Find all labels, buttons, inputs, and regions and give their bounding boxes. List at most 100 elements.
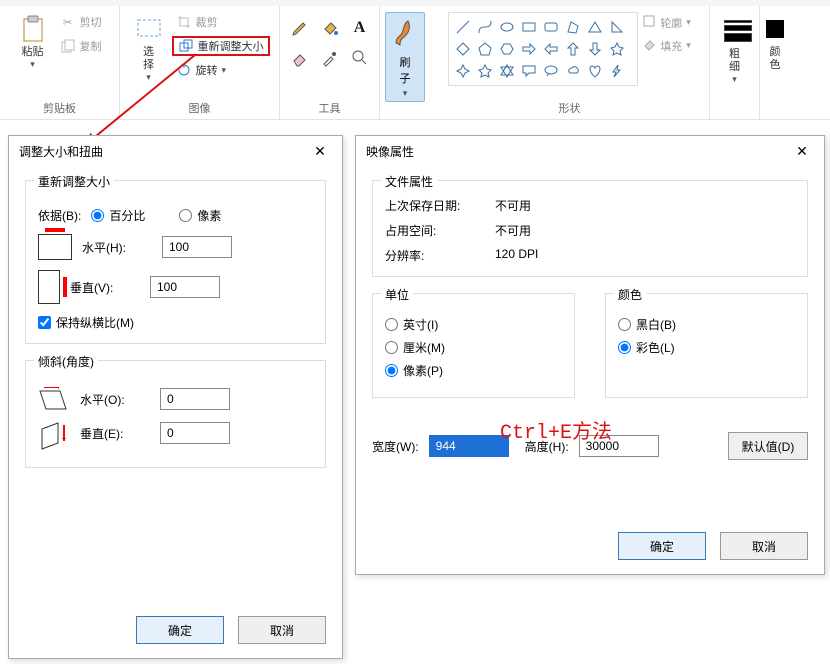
thickness-label: 粗 细 — [729, 48, 740, 74]
ribbon-group-thickness: 粗 细 ▾ — [710, 6, 760, 120]
units-group: 单位 英寸(I) 厘米(M) 像素(P) — [372, 293, 575, 398]
fill-tool[interactable] — [316, 14, 344, 42]
shape-fill-button[interactable]: 填充 ▾ — [642, 37, 691, 54]
shape-callout-oval[interactable] — [541, 61, 561, 81]
shape-star4[interactable] — [453, 61, 473, 81]
skew-horiz-input[interactable] — [160, 388, 230, 410]
units-cm-radio[interactable]: 厘米(M) — [385, 339, 562, 356]
group-shapes-label: 形状 — [559, 98, 581, 120]
cancel-button[interactable]: 取消 — [238, 616, 326, 644]
height-label: 高度(H): — [525, 438, 569, 455]
resize-horiz-icon — [38, 234, 72, 260]
colors-bw-radio[interactable]: 黑白(B) — [618, 316, 795, 333]
dialog-title: 调整大小和扭曲 — [19, 143, 103, 160]
picker-tool[interactable] — [316, 44, 344, 72]
skew-vert-input[interactable] — [160, 422, 230, 444]
shape-star5[interactable] — [475, 61, 495, 81]
eraser-tool[interactable] — [286, 44, 314, 72]
shape-hexagon[interactable] — [497, 39, 517, 59]
disk-key: 占用空间: — [385, 222, 495, 239]
dialog-resize-skew: 调整大小和扭曲 ✕ 重新调整大小 依据(B): 百分比 像素 水平(H): — [8, 135, 343, 659]
select-icon — [135, 14, 163, 44]
resize-group-legend: 重新调整大小 — [34, 173, 114, 190]
shape-callout-cloud[interactable] — [563, 61, 583, 81]
shape-arrow-u[interactable] — [563, 39, 583, 59]
ribbon-group-image: 选 择 ▾ 裁剪 重新调整大小 — [120, 6, 280, 120]
color-label: 颜 色 — [770, 46, 781, 72]
ok-button[interactable]: 确定 — [136, 616, 224, 644]
rotate-button[interactable]: 旋转 ▾ — [172, 60, 270, 80]
copy-button[interactable]: 复制 — [56, 36, 106, 56]
shape-rtriangle[interactable] — [607, 17, 627, 37]
shape-oval[interactable] — [497, 17, 517, 37]
shapes-gallery[interactable] — [448, 12, 638, 86]
cut-button[interactable]: ✂ 剪切 — [56, 12, 106, 32]
resize-button[interactable]: 重新调整大小 — [172, 36, 270, 56]
shape-outline-button[interactable]: 轮廓 ▾ — [642, 14, 691, 31]
cancel-button[interactable]: 取消 — [720, 532, 808, 560]
colors-legend: 颜色 — [614, 286, 646, 303]
shape-pentagon[interactable] — [475, 39, 495, 59]
shape-more[interactable] — [607, 39, 627, 59]
width-label: 宽度(W): — [372, 438, 419, 455]
crop-button[interactable]: 裁剪 — [172, 12, 270, 32]
units-inches-radio[interactable]: 英寸(I) — [385, 316, 562, 333]
rotate-label: 旋转 — [196, 62, 218, 78]
resize-vert-icon — [38, 270, 60, 304]
skew-group: 倾斜(角度) 水平(O): 垂直(E): — [25, 360, 326, 468]
by-percent-radio[interactable]: 百分比 — [91, 207, 145, 224]
zoom-tool[interactable] — [346, 44, 374, 72]
vert-label: 垂直(V): — [70, 279, 140, 296]
shape-callout-rect[interactable] — [519, 61, 539, 81]
shape-lightning[interactable] — [607, 61, 627, 81]
brush-label: 刷 子 — [400, 52, 411, 88]
shape-diamond[interactable] — [453, 39, 473, 59]
shape-line[interactable] — [453, 17, 473, 37]
close-button[interactable]: ✕ — [784, 143, 820, 160]
shape-rect[interactable] — [519, 17, 539, 37]
shape-heart[interactable] — [585, 61, 605, 81]
thickness-button[interactable]: 粗 细 ▾ — [716, 8, 754, 85]
ok-button[interactable]: 确定 — [618, 532, 706, 560]
dialog-title: 映像属性 — [366, 143, 414, 160]
pencil-tool[interactable] — [286, 14, 314, 42]
text-tool[interactable]: A — [346, 14, 374, 42]
shape-polygon[interactable] — [563, 17, 583, 37]
shape-arrow-r[interactable] — [519, 39, 539, 59]
dropdown-icon: ▾ — [686, 40, 691, 51]
crop-icon — [176, 14, 192, 30]
shape-arrow-d[interactable] — [585, 39, 605, 59]
shape-arrow-l[interactable] — [541, 39, 561, 59]
group-tools-label: 工具 — [319, 98, 341, 120]
shape-star6[interactable] — [497, 61, 517, 81]
close-button[interactable]: ✕ — [302, 143, 338, 160]
shape-curve[interactable] — [475, 17, 495, 37]
skew-horiz-icon — [38, 387, 70, 411]
units-pixels-radio[interactable]: 像素(P) — [385, 362, 562, 379]
shape-roundrect[interactable] — [541, 17, 561, 37]
ribbon-group-shapes: 轮廓 ▾ 填充 ▾ 形状 — [430, 6, 710, 120]
dropdown-icon: ▾ — [403, 88, 408, 101]
fill-label: 填充 — [660, 38, 682, 54]
copy-label: 复制 — [80, 38, 102, 54]
shape-triangle[interactable] — [585, 17, 605, 37]
res-value: 120 DPI — [495, 247, 795, 264]
height-input[interactable] — [579, 435, 659, 457]
dropdown-icon: ▾ — [222, 65, 227, 76]
dropdown-icon: ▾ — [30, 59, 35, 70]
by-pixels-radio[interactable]: 像素 — [179, 207, 221, 224]
horiz-input[interactable] — [162, 236, 232, 258]
vert-input[interactable] — [150, 276, 220, 298]
color-button[interactable]: 颜 色 — [762, 8, 788, 72]
select-button[interactable]: 选 择 ▾ — [130, 8, 168, 83]
file-attr-legend: 文件属性 — [381, 173, 437, 190]
paste-button[interactable]: 粘贴 ▾ — [14, 8, 52, 70]
default-button[interactable]: 默认值(D) — [728, 432, 808, 460]
file-attr-group: 文件属性 上次保存日期: 不可用 占用空间: 不可用 分辨率: 120 DPI — [372, 180, 808, 277]
width-input[interactable] — [429, 435, 509, 457]
dialog-image-properties: 映像属性 ✕ 文件属性 上次保存日期: 不可用 占用空间: 不可用 分辨率: 1… — [355, 135, 825, 575]
brush-button[interactable]: 刷 子 ▾ — [385, 12, 425, 102]
colors-color-radio[interactable]: 彩色(L) — [618, 339, 795, 356]
horiz-label: 水平(H): — [82, 239, 152, 256]
keep-aspect-checkbox[interactable]: 保持纵横比(M) — [38, 314, 313, 331]
